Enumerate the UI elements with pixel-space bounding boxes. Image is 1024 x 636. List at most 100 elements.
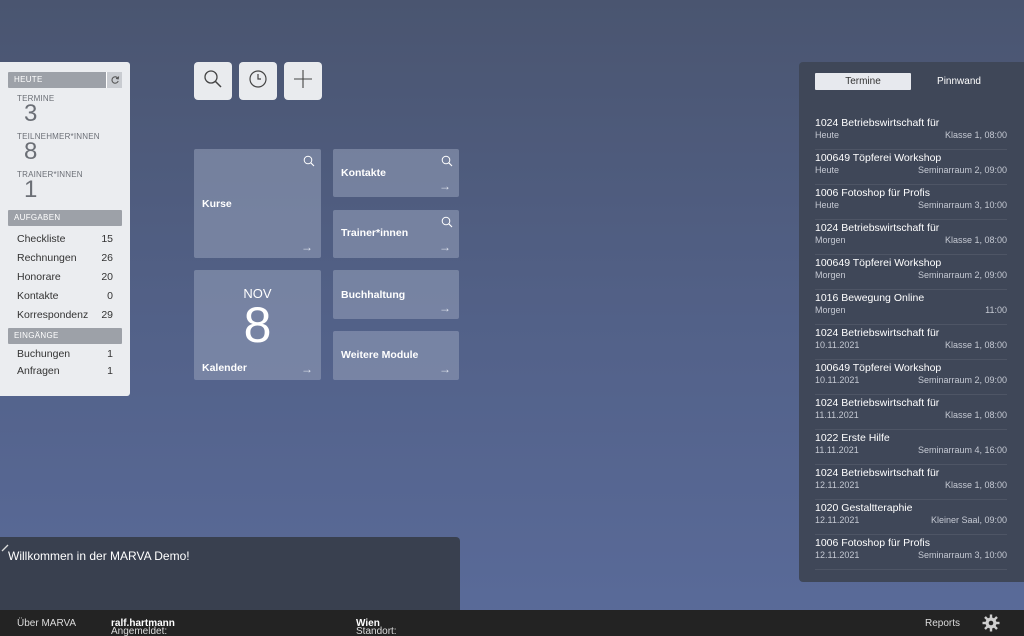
stat-trainer[interactable]: TRAINER*INNEN 1 [8,170,122,203]
task-honorare[interactable]: Honorare 20 [8,268,122,287]
footer: Über MARVA Angemeldet: ralf.hartmann Sta… [0,610,1024,636]
history-button[interactable] [239,62,277,100]
appointment-item[interactable]: 100649 Töpferei Workshop Heute Seminarraum… [815,150,1007,185]
appointment-day: Heute [815,165,840,175]
arrow-right-icon: → [439,179,451,193]
appointment-info: Seminarraum 2, 09:00 [917,165,1007,175]
appointment-day: 11.11.2021 [815,410,859,420]
appointment-day: 10.11.2021 [815,340,860,350]
tile-kontakte[interactable]: Kontakte → [333,149,459,197]
appointment-item[interactable]: 100649 Töpferei Workshop Morgen Seminarrau… [815,255,1007,290]
appointment-day: Heute [815,130,840,140]
appointment-title: 1024 Betriebswirtschaft für [815,222,940,234]
appointment-title: 1022 Erste Hilfe [815,432,890,444]
refresh-icon[interactable] [106,72,122,88]
task-count: 26 [101,252,113,264]
inbox-count: 1 [107,365,113,377]
task-count: 29 [101,309,113,321]
search-icon[interactable] [441,215,453,233]
search-icon[interactable] [303,154,315,172]
stat-teilnehmer[interactable]: TEILNEHMER*INNEN 8 [8,132,122,165]
task-count: 0 [107,290,113,302]
appointment-item[interactable]: 1006 Fotoshop für Profis Heute Seminarraum… [815,185,1007,220]
tile-kurse[interactable]: Kurse → [194,149,321,258]
stat-value: 8 [24,138,38,165]
tile-label: Buchhaltung [341,289,406,301]
aufgaben-header: AUFGABEN [8,210,122,226]
appointment-info: Seminarraum 3, 10:00 [917,550,1007,560]
appointment-item[interactable]: 1022 Erste Hilfe 11.11.2021 Seminarraum 4,… [815,430,1007,465]
appointment-info: Klasse 1, 08:00 [944,340,1007,350]
task-count: 15 [101,233,113,245]
appointment-item[interactable]: 1016 Bewegung Online Morgen 11:00 [815,290,1007,325]
stat-value: 1 [24,176,38,203]
appointment-title: 1024 Betriebswirtschaft für [815,397,940,409]
appointment-item[interactable]: 1024 Betriebswirtschaft für 11.11.2021 Kla… [815,395,1007,430]
appointment-day: 10.11.2021 [815,375,860,385]
appointment-day: 12.11.2021 [815,480,860,490]
appointment-info: Seminarraum 2, 09:00 [917,270,1007,280]
tile-label: Weitere Module [341,349,419,361]
inbox-label: Buchungen [17,348,71,360]
appointment-day: Heute [815,200,840,210]
appointment-item[interactable]: 1024 Betriebswirtschaft für Heute Klasse 1… [815,115,1007,150]
tile-trainer[interactable]: Trainer*innen → [333,210,459,258]
search-button[interactable] [194,62,232,100]
appointment-day: 12.11.2021 [815,550,860,560]
task-korrespondenz[interactable]: Korrespondenz 29 [8,306,122,325]
tile-buchhaltung[interactable]: Buchhaltung → [333,270,459,319]
tab-termine[interactable]: Termine [815,73,911,90]
appointment-info: Kleiner Saal, 09:00 [930,515,1007,525]
appointment-info: 11:00 [985,305,1007,315]
task-kontakte[interactable]: Kontakte 0 [8,287,122,306]
appointment-item[interactable]: 1024 Betriebswirtschaft für 10.11.2021 Kla… [815,325,1007,360]
tab-pinnwand[interactable]: Pinnwand [911,73,1007,90]
task-checkliste[interactable]: Checkliste 15 [8,230,122,249]
location-info: Standort: Wien [356,618,397,636]
appointment-info: Seminarraum 2, 09:00 [917,375,1007,385]
appointment-title: 1024 Betriebswirtschaft für [815,117,940,129]
tile-weitere-module[interactable]: Weitere Module → [333,331,459,380]
tile-label: Trainer*innen [341,227,409,239]
appointment-title: 1006 Fotoshop für Profis [815,537,930,549]
tile-label: Kontakte [341,167,386,179]
inbox-anfragen[interactable]: Anfragen 1 [8,363,122,380]
task-count: 20 [101,271,113,283]
appointment-title: 1024 Betriebswirtschaft für [815,467,940,479]
appointment-title: 1016 Bewegung Online [815,292,925,304]
welcome-panel: Willkommen in der MARVA Demo! [0,537,460,610]
location-label: Standort: [356,626,397,636]
appointment-day: 12.11.2021 [815,515,860,525]
inbox-count: 1 [107,348,113,360]
appointment-title: 100649 Töpferei Workshop [815,152,942,164]
calendar-day: 8 [243,297,272,353]
add-button[interactable] [284,62,322,100]
inbox-buchungen[interactable]: Buchungen 1 [8,346,122,363]
appointment-day: Morgen [815,305,846,315]
search-icon[interactable] [441,154,453,172]
arrow-right-icon: → [301,362,313,376]
appointment-title: 100649 Töpferei Workshop [815,362,942,374]
appointment-day: Morgen [815,235,846,245]
gear-icon[interactable] [982,614,1000,635]
pencil-icon[interactable] [1,539,9,557]
tile-kalender[interactable]: NOV 8 Kalender → [194,270,321,380]
appointment-info: Klasse 1, 08:00 [944,235,1007,245]
reports-link[interactable]: Reports [925,618,960,629]
plus-icon [293,69,313,94]
appointment-info: Klasse 1, 08:00 [944,130,1007,140]
appointment-info: Klasse 1, 08:00 [944,410,1007,420]
appointment-item[interactable]: 100649 Töpferei Workshop 10.11.2021 Semina… [815,360,1007,395]
about-link[interactable]: Über MARVA [17,618,76,629]
appointment-item[interactable]: 1024 Betriebswirtschaft für 12.11.2021 Kla… [815,465,1007,500]
stat-termine[interactable]: TERMINE 3 [8,94,122,127]
logged-in-info: Angemeldet: ralf.hartmann [111,618,175,636]
appointment-info: Seminarraum 4, 16:00 [917,445,1007,455]
arrow-right-icon: → [301,240,313,254]
stat-value: 3 [24,100,38,127]
appointment-item[interactable]: 1020 Gestaltteraphie 12.11.2021 Kleiner Sa… [815,500,1007,535]
appointment-item[interactable]: 1006 Fotoshop für Profis 12.11.2021 Semina… [815,535,1007,570]
appointment-day: 11.11.2021 [815,445,859,455]
task-rechnungen[interactable]: Rechnungen 26 [8,249,122,268]
appointment-item[interactable]: 1024 Betriebswirtschaft für Morgen Klasse … [815,220,1007,255]
